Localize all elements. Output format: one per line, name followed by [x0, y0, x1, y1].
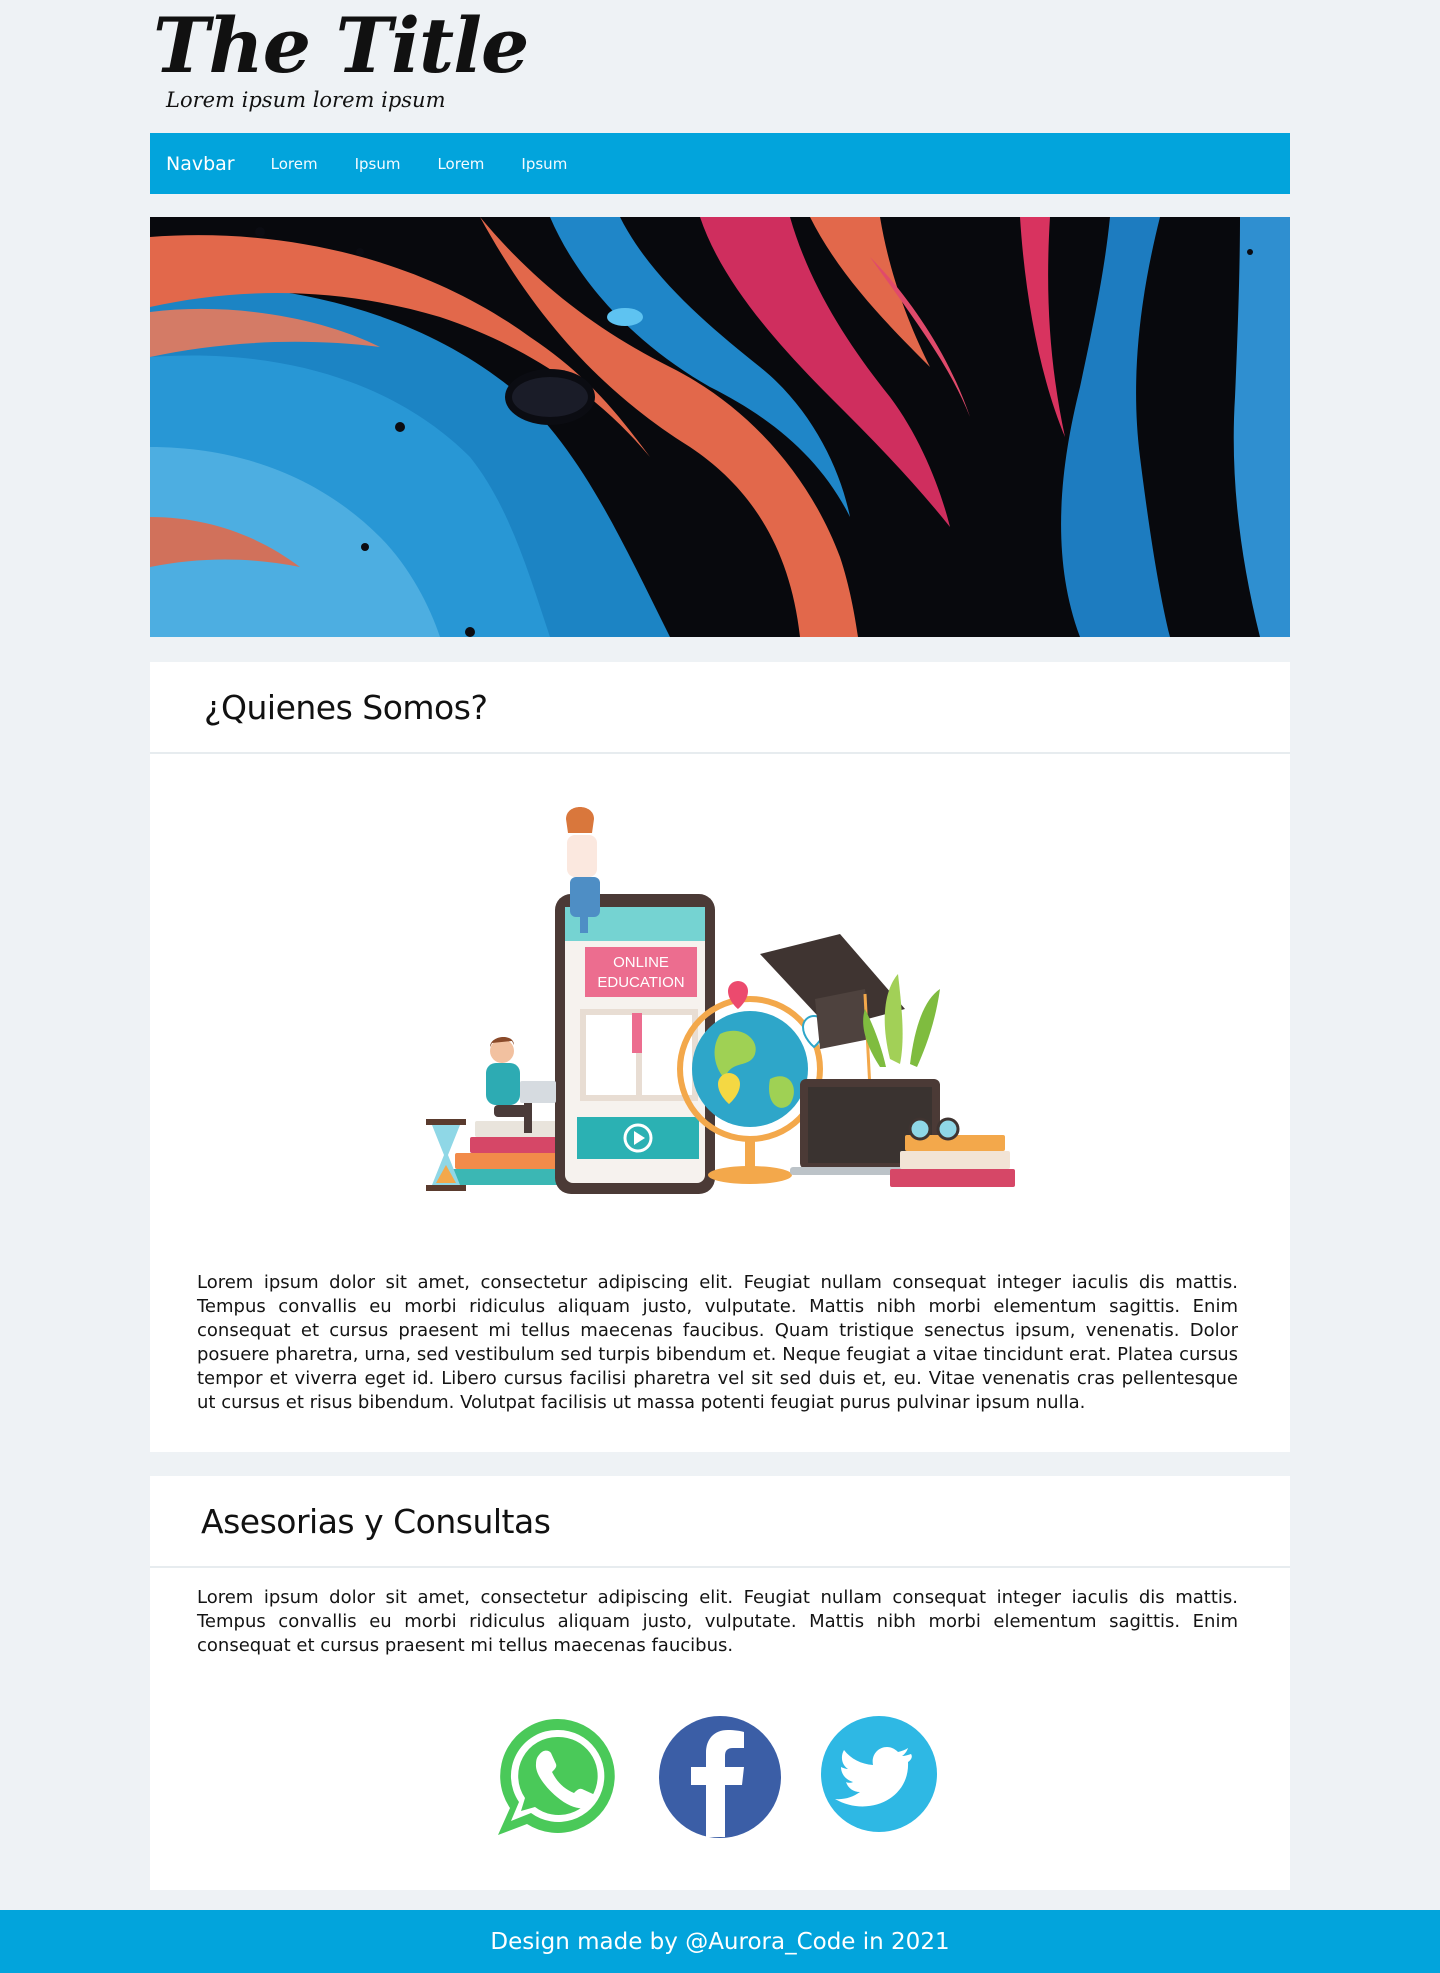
services-title: Asesorias y Consultas [201, 1501, 551, 1541]
services-text: Lorem ipsum dolor sit amet, consectetur … [197, 1587, 1238, 1656]
abstract-fluid-art-image [150, 217, 1290, 637]
about-title: ¿Quienes Somos? [204, 687, 488, 727]
navbar: Navbar Lorem Ipsum Lorem Ipsum [150, 133, 1290, 194]
site-subtitle: Lorem ipsum lorem ipsum [166, 88, 446, 112]
facebook-icon[interactable] [658, 1715, 782, 1839]
whatsapp-icon[interactable] [495, 1713, 621, 1839]
services-section: Asesorias y Consultas Lorem ipsum dolor … [150, 1476, 1290, 1890]
nav-link-lorem-2[interactable]: Lorem [437, 155, 484, 173]
services-header: Asesorias y Consultas [150, 1476, 1290, 1568]
online-banner-line2: EDUCATION [597, 974, 684, 991]
about-text: Lorem ipsum dolor sit amet, consectetur … [197, 1272, 1238, 1413]
social-links [495, 1713, 975, 1839]
footer-credit: Design made by @Aurora_Code in 2021 [490, 1928, 950, 1955]
navbar-brand[interactable]: Navbar [166, 153, 235, 175]
online-banner-line1: ONLINE [613, 954, 669, 971]
hero-banner [150, 217, 1290, 637]
site-footer: Design made by @Aurora_Code in 2021 [0, 1910, 1440, 1973]
nav-link-ipsum-2[interactable]: Ipsum [521, 155, 567, 173]
about-section: ¿Quienes Somos? ONLINE EDUCATION Lorem i… [150, 662, 1290, 1452]
site-title: The Title [153, 1, 529, 90]
twitter-icon[interactable] [820, 1715, 938, 1833]
nav-link-lorem-1[interactable]: Lorem [271, 155, 318, 173]
about-header: ¿Quienes Somos? [150, 662, 1290, 754]
site-header: The Title Lorem ipsum lorem ipsum [150, 0, 1290, 130]
online-education-illustration: ONLINE EDUCATION [426, 807, 1015, 1194]
nav-link-ipsum-1[interactable]: Ipsum [355, 155, 401, 173]
